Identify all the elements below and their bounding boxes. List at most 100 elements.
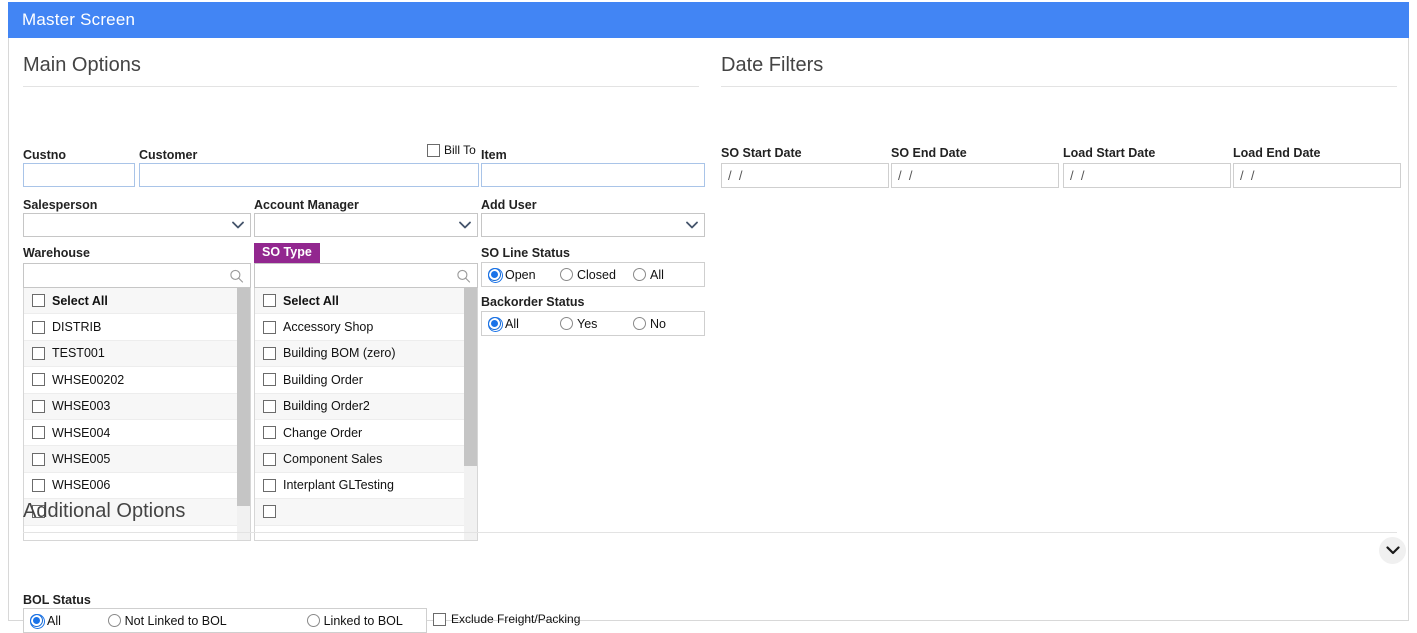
load-end-date-wrap[interactable] [1233,163,1417,188]
so-type-item-label: Component Sales [283,452,383,467]
so-end-date-wrap[interactable] [891,163,1095,188]
so-line-status-radio-group[interactable]: Open Closed All [481,262,705,287]
collapse-section-icon[interactable] [1379,537,1406,564]
warehouse-list-item[interactable]: WHSE004 [24,419,237,447]
so-type-list-item[interactable]: Accessory Shop [255,314,464,341]
so-type-list-item[interactable]: Select All [255,288,464,315]
add-user-select-wrap[interactable] [481,213,705,237]
so-type-item-checkbox[interactable] [263,294,276,308]
so-type-search-input[interactable] [255,264,477,287]
so-line-status-radio-button[interactable] [633,268,646,281]
so-line-status-radio-label: Open [505,267,536,282]
item-input[interactable] [481,163,705,187]
warehouse-item-checkbox[interactable] [32,399,45,413]
so-type-list-item[interactable]: Building Order [255,367,464,394]
warehouse-list-item[interactable]: TEST001 [24,340,237,368]
so-end-date-input[interactable] [892,164,1080,187]
so-line-status-radio-option[interactable]: Open [488,267,560,283]
so-line-status-radio-option[interactable]: All [633,268,693,282]
warehouse-item-checkbox[interactable] [32,452,45,466]
warehouse-item-label: Select All [52,293,108,308]
so-line-status-radio-button[interactable] [560,268,573,281]
bol-status-radio-option[interactable]: Not Linked to BOL [107,613,307,628]
backorder-status-radio-label: No [650,316,666,331]
salesperson-select-wrap[interactable] [23,213,251,237]
warehouse-list-item[interactable]: WHSE003 [24,393,237,420]
so-type-search[interactable] [254,263,478,288]
so-type-item-label: Change Order [283,425,363,440]
customer-input[interactable] [139,163,479,187]
account-manager-select[interactable] [254,213,478,237]
bill-to-checkbox[interactable] [427,143,440,157]
warehouse-item-checkbox[interactable] [32,320,45,334]
warehouse-list-item[interactable]: WHSE006 [24,472,237,500]
window-titlebar: Master Screen [8,2,1409,38]
bol-status-radio-label: Linked to BOL [323,613,403,628]
so-type-list-item[interactable]: Component Sales [255,446,464,473]
so-type-list-item[interactable]: Change Order [255,419,464,447]
backorder-status-radio-option[interactable]: All [488,317,560,332]
so-type-item-checkbox[interactable] [263,478,276,492]
bol-status-radio-label: Not Linked to BOL [124,613,227,628]
so-line-status-radio-label: All [650,267,664,282]
custno-input[interactable] [23,163,135,187]
backorder-status-radio-option[interactable]: No [633,317,693,331]
bol-status-radio-button[interactable] [30,614,45,629]
load-end-date-input[interactable] [1234,164,1417,187]
so-type-item-checkbox[interactable] [263,426,276,440]
warehouse-item-label: DISTRIB [52,320,102,335]
so-type-list-item[interactable]: Interplant GLTesting [255,472,464,500]
backorder-status-radio-button[interactable] [560,317,573,330]
so-type-scrollbar-thumb[interactable] [464,288,477,466]
bol-status-radio-button[interactable] [306,614,320,627]
bol-status-radio-group[interactable]: All Not Linked to BOL Linked to BOL [23,608,427,633]
backorder-status-radio-button[interactable] [633,317,646,330]
so-type-item-checkbox[interactable] [263,320,276,334]
backorder-status-label: Backorder Status [481,295,585,309]
so-type-item-checkbox[interactable] [263,452,276,466]
bill-to-checkbox-group[interactable]: Bill To [427,143,476,157]
warehouse-list-item[interactable]: WHSE005 [24,446,237,473]
add-user-select[interactable] [481,213,705,237]
bol-status-label: BOL Status [23,593,91,607]
warehouse-list-item[interactable]: Select All [24,288,237,315]
so-type-item-checkbox[interactable] [263,346,276,360]
main-panel: Main Options Custno Customer Bill To Ite… [8,38,1417,633]
so-line-status-radio-button[interactable] [488,268,503,283]
warehouse-scrollbar-thumb[interactable] [237,288,250,506]
so-type-list-item[interactable]: Building Order2 [255,393,464,420]
bol-status-radio-option[interactable]: All [30,614,108,629]
exclude-freight-checkbox[interactable] [433,612,446,626]
backorder-status-radio-group[interactable]: All Yes No [481,311,705,336]
backorder-status-radio-option[interactable]: Yes [560,317,633,331]
warehouse-list-item[interactable]: WHSE00202 [24,367,237,394]
warehouse-search[interactable] [23,263,251,288]
so-start-date-input[interactable] [722,164,910,187]
so-start-date-wrap[interactable] [721,163,925,188]
salesperson-select[interactable] [23,213,251,237]
bol-status-radio-option[interactable]: Linked to BOL [306,613,426,628]
load-end-date-field: Load End Date [1233,146,1417,188]
warehouse-item-checkbox[interactable] [32,373,45,387]
so-type-item-label: Building BOM (zero) [283,346,396,361]
warehouse-item-checkbox[interactable] [32,346,45,360]
exclude-freight-checkbox-group[interactable]: Exclude Freight/Packing [433,612,580,626]
account-manager-select-wrap[interactable] [254,213,478,237]
so-type-list-item[interactable]: Building BOM (zero) [255,340,464,368]
warehouse-item-checkbox[interactable] [32,294,45,308]
so-type-item-checkbox[interactable] [263,373,276,387]
backorder-status-radio-button[interactable] [488,317,503,332]
warehouse-search-input[interactable] [24,264,250,287]
bol-status-radio-button[interactable] [107,614,121,627]
warehouse-list-item[interactable]: DISTRIB [24,314,237,341]
so-type-item-checkbox[interactable] [263,399,276,413]
load-start-date-wrap[interactable] [1063,163,1267,188]
warehouse-item-label: WHSE004 [52,425,111,440]
so-line-status-radio-option[interactable]: Closed [560,268,633,282]
so-line-status-label: SO Line Status [481,246,570,260]
warehouse-item-checkbox[interactable] [32,426,45,440]
load-start-date-input[interactable] [1064,164,1252,187]
account-manager-label: Account Manager [254,198,359,212]
warehouse-item-checkbox[interactable] [32,478,45,492]
main-options-section: Main Options [23,54,699,87]
